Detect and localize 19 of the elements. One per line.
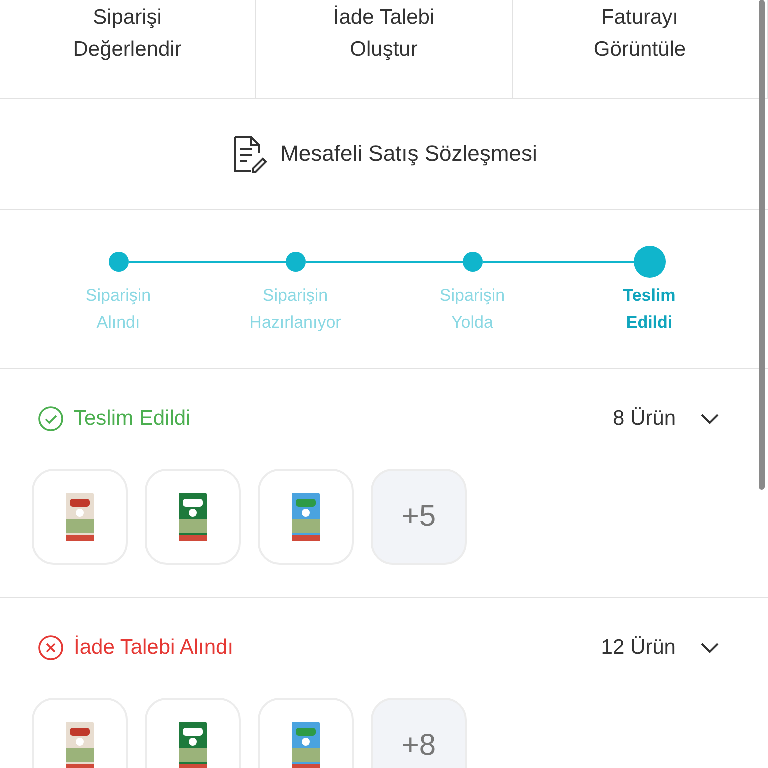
product-tile[interactable] — [145, 469, 241, 565]
step-label: Teslim Edildi — [623, 285, 676, 334]
status-label: Teslim Edildi — [74, 407, 191, 431]
more-items-tile[interactable]: +5 — [371, 469, 467, 565]
product-tile[interactable] — [32, 469, 128, 565]
contract-link[interactable]: Mesafeli Satış Sözleşmesi — [230, 135, 538, 173]
product-tile[interactable] — [258, 698, 354, 768]
product-tile[interactable] — [258, 469, 354, 565]
more-items-tile[interactable]: +8 — [371, 698, 467, 768]
check-circle-icon — [38, 406, 64, 432]
step-label: Siparişin Yolda — [440, 285, 506, 334]
product-tile[interactable] — [32, 698, 128, 768]
product-tile[interactable] — [145, 698, 241, 768]
item-count-toggle[interactable]: 12 Ürün — [601, 636, 720, 660]
step-label: Siparişin Alındı — [86, 285, 152, 334]
item-count-toggle[interactable]: 8 Ürün — [612, 407, 720, 431]
status-label: İade Talebi Alındı — [74, 636, 234, 660]
step-label: Siparişin Hazırlanıyor — [250, 285, 342, 334]
cross-circle-icon — [38, 635, 64, 661]
